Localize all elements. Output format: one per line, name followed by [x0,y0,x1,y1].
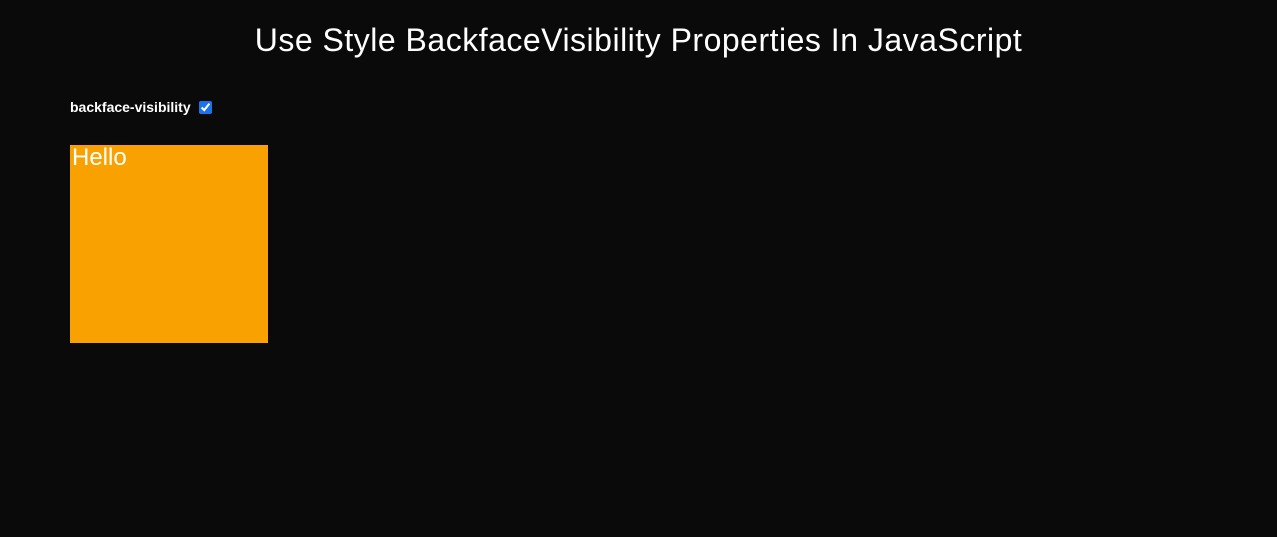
controls-row: backface-visibility [70,99,1277,117]
backface-visibility-checkbox[interactable] [199,101,212,114]
demo-box-text: Hello [72,144,127,171]
demo-box: Hello [70,145,268,343]
page-title: Use Style BackfaceVisibility Properties … [0,0,1277,59]
backface-visibility-label: backface-visibility [70,99,191,115]
